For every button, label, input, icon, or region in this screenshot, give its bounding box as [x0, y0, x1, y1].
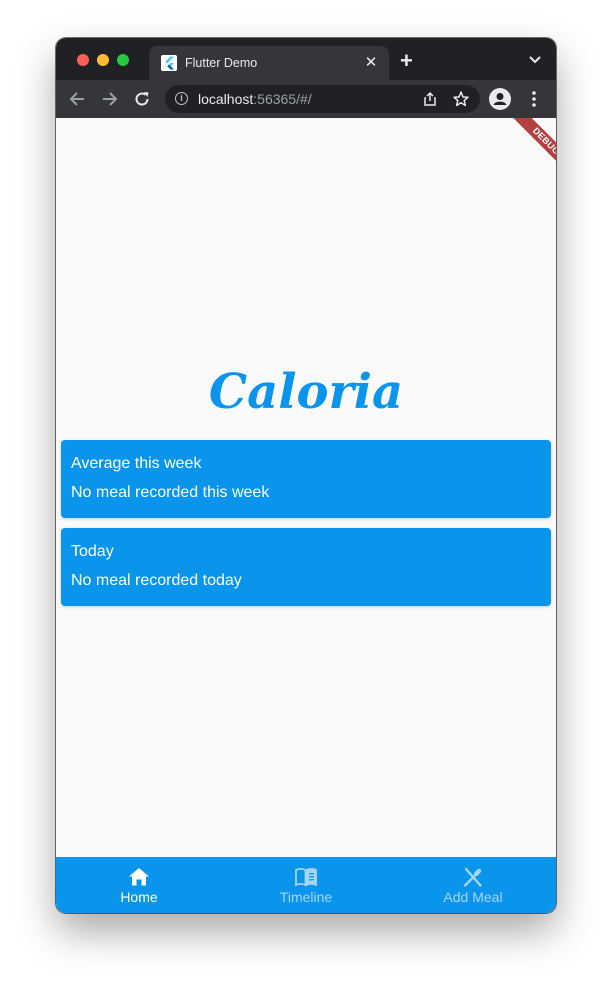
debug-banner: DEBUG [506, 118, 556, 182]
tab-strip: Flutter Demo ✕ + [56, 38, 556, 80]
weekly-average-card: Average this week No meal recorded this … [61, 440, 551, 518]
browser-toolbar: i localhost:56365/#/ [56, 80, 556, 118]
home-icon [129, 868, 149, 886]
share-icon[interactable] [422, 91, 438, 107]
more-menu-icon[interactable] [530, 90, 538, 108]
url-text: localhost:56365/#/ [198, 91, 312, 107]
card-title: Today [71, 543, 114, 560]
nav-item-home[interactable]: Home [56, 857, 222, 913]
browser-window: Flutter Demo ✕ + i localhost:56365/#/ DE… [56, 38, 556, 913]
nav-label-add-meal: Add Meal [443, 889, 503, 905]
bookmark-star-icon[interactable] [452, 90, 470, 108]
close-window-button[interactable] [77, 54, 89, 66]
app-logo: Caloria [208, 364, 404, 420]
new-tab-icon[interactable]: + [400, 50, 413, 72]
close-tab-icon[interactable]: ✕ [363, 54, 379, 72]
minimize-window-button[interactable] [97, 54, 109, 66]
nav-item-timeline[interactable]: Timeline [223, 857, 389, 913]
address-bar[interactable]: i localhost:56365/#/ [165, 85, 480, 113]
nav-label-timeline: Timeline [279, 889, 333, 905]
card-title: Average this week [71, 455, 202, 472]
bottom-navigation-bar: Home Timeline Add Meal [56, 857, 556, 913]
info-icon[interactable]: i [175, 92, 188, 105]
flutter-logo-icon [161, 55, 177, 71]
tab-title: Flutter Demo [185, 56, 258, 70]
utensils-icon [463, 867, 482, 887]
today-card: Today No meal recorded today [61, 528, 551, 606]
nav-item-add-meal[interactable]: Add Meal [390, 857, 556, 913]
back-arrow-icon[interactable] [66, 88, 88, 110]
chevron-down-icon[interactable] [528, 52, 542, 66]
book-icon [295, 867, 317, 887]
nav-label-home: Home [120, 889, 158, 905]
maximize-window-button[interactable] [117, 54, 129, 66]
card-body: No meal recorded this week [71, 484, 270, 501]
browser-tab[interactable]: Flutter Demo ✕ [149, 46, 389, 80]
profile-avatar[interactable] [489, 88, 511, 110]
reload-icon[interactable] [131, 88, 153, 110]
app-page: DEBUG Caloria Average this week No meal … [56, 118, 556, 913]
forward-arrow-icon[interactable] [99, 88, 121, 110]
card-body: No meal recorded today [71, 572, 242, 589]
